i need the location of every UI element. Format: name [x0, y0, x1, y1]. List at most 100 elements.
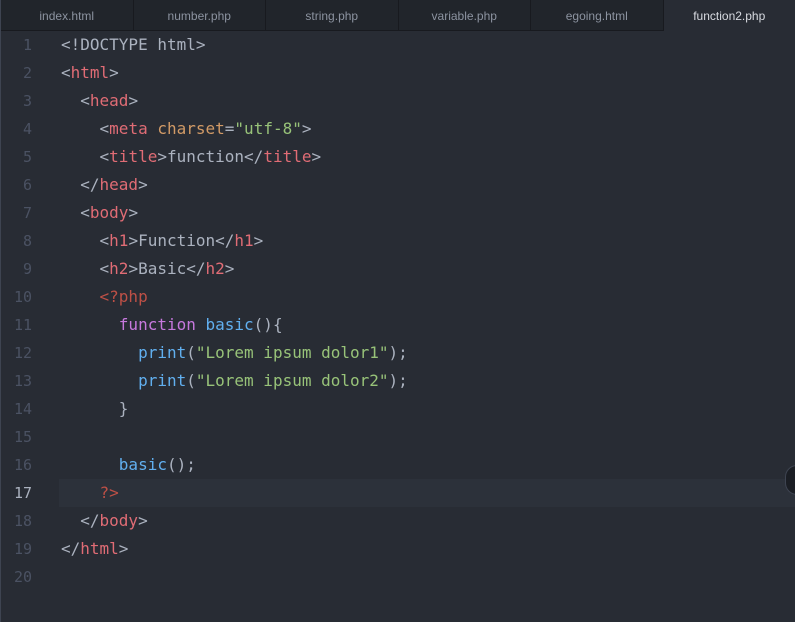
- code-line[interactable]: 20: [1, 563, 795, 591]
- code-token: >: [118, 539, 129, 558]
- code-token: <: [61, 203, 90, 222]
- code-token: function: [118, 315, 196, 334]
- code-token: =: [224, 119, 235, 138]
- code-token: <: [61, 231, 110, 250]
- code-token: ();: [166, 455, 196, 474]
- editor-text-area[interactable]: 1 <!DOCTYPE html> 2 <html> 3 <head> 4 <meta c…: [1, 31, 795, 622]
- code-token: </: [61, 539, 81, 558]
- tab-index-html[interactable]: index.html: [1, 0, 134, 31]
- code-text: print("Lorem ipsum dolor2");: [61, 367, 408, 395]
- line-number: 11: [13, 316, 32, 334]
- code-text: <html>: [61, 59, 119, 87]
- code-line[interactable]: 9 <h2>Basic</h2>: [1, 255, 795, 283]
- code-text: <body>: [61, 199, 138, 227]
- line-number: 18: [13, 512, 32, 530]
- code-token: >: [301, 119, 312, 138]
- code-line[interactable]: 10 <?php: [1, 283, 795, 311]
- code-editor-window: index.html number.php string.php variabl…: [0, 0, 795, 622]
- code-line[interactable]: 18 </body>: [1, 507, 795, 535]
- code-text: <meta charset="utf-8">: [61, 115, 312, 143]
- line-number: 7: [22, 204, 32, 222]
- code-line[interactable]: 12 print("Lorem ipsum dolor1");: [1, 339, 795, 367]
- line-number: 9: [22, 260, 32, 278]
- code-token: "utf-8": [234, 119, 302, 138]
- code-line[interactable]: 17 ?>: [1, 479, 795, 507]
- code-text: }: [61, 395, 129, 423]
- line-number: 4: [22, 120, 32, 138]
- tab-function2-php[interactable]: function2.php: [663, 0, 795, 32]
- code-token: >: [138, 511, 148, 530]
- line-number: 8: [22, 232, 32, 250]
- code-token: );: [388, 343, 408, 362]
- code-text: </html>: [61, 535, 128, 563]
- code-line[interactable]: 19 </html>: [1, 535, 795, 563]
- code-line[interactable]: 14 }: [1, 395, 795, 423]
- line-number: 5: [22, 148, 32, 166]
- code-text: <!DOCTYPE html>: [61, 31, 206, 59]
- code-text: <?php: [61, 283, 148, 311]
- code-text: function basic(){: [61, 311, 283, 339]
- code-token: <: [61, 63, 71, 82]
- line-number: 16: [13, 456, 32, 474]
- code-token: <: [61, 91, 90, 110]
- code-token: head: [99, 175, 139, 194]
- code-token: print: [138, 371, 187, 390]
- code-line[interactable]: 8 <h1>Function</h1>: [1, 227, 795, 255]
- line-number: 17: [13, 484, 32, 502]
- code-token: charset: [157, 119, 225, 138]
- code-token: >Function</: [128, 231, 235, 250]
- code-text: <h2>Basic</h2>: [61, 255, 235, 283]
- code-line[interactable]: 5 <title>function</title>: [1, 143, 795, 171]
- code-token: }: [61, 399, 129, 418]
- line-number: 10: [13, 288, 32, 306]
- code-text: ?>: [61, 479, 119, 507]
- code-token: ?>: [61, 483, 119, 502]
- line-number: 19: [13, 540, 32, 558]
- code-token: </: [61, 175, 100, 194]
- code-token: html: [70, 63, 110, 82]
- code-token: h1: [109, 231, 129, 250]
- code-token: </: [61, 511, 100, 530]
- line-number: 2: [22, 64, 32, 82]
- code-token: head: [89, 91, 129, 110]
- tab-bar: index.html number.php string.php variabl…: [1, 0, 795, 32]
- code-text: <h1>Function</h1>: [61, 227, 264, 255]
- code-line[interactable]: 2 <html>: [1, 59, 795, 87]
- code-line[interactable]: 1 <!DOCTYPE html>: [1, 31, 795, 59]
- code-token: >: [224, 259, 235, 278]
- code-token: (: [186, 371, 196, 390]
- code-token: basic: [118, 455, 167, 474]
- code-token: <!DOCTYPE html>: [61, 35, 206, 54]
- code-line[interactable]: 15: [1, 423, 795, 451]
- code-line[interactable]: 6 </head>: [1, 171, 795, 199]
- code-text: <title>function</title>: [61, 143, 322, 171]
- tab-egoing-html[interactable]: egoing.html: [531, 0, 664, 31]
- code-token: h2: [109, 259, 129, 278]
- code-token: body: [89, 203, 129, 222]
- tab-number-php[interactable]: number.php: [134, 0, 266, 31]
- code-line[interactable]: 4 <meta charset="utf-8">: [1, 115, 795, 143]
- code-line[interactable]: 3 <head>: [1, 87, 795, 115]
- code-text: <head>: [61, 87, 138, 115]
- code-token: "Lorem ipsum dolor2": [195, 371, 389, 390]
- code-line[interactable]: 16 basic();: [1, 451, 795, 479]
- code-line[interactable]: 7 <body>: [1, 199, 795, 227]
- code-token: h1: [234, 231, 254, 250]
- code-line[interactable]: 11 function basic(){: [1, 311, 795, 339]
- code-line[interactable]: 13 print("Lorem ipsum dolor2");: [1, 367, 795, 395]
- tab-variable-php[interactable]: variable.php: [399, 0, 531, 31]
- tab-string-php[interactable]: string.php: [266, 0, 399, 31]
- code-token: (: [186, 343, 196, 362]
- code-token: print: [138, 343, 187, 362]
- line-number: 3: [22, 92, 32, 110]
- code-token: >: [311, 147, 322, 166]
- code-token: <?php: [61, 287, 148, 306]
- line-number: 1: [22, 36, 32, 54]
- code-token: "Lorem ipsum dolor1": [195, 343, 389, 362]
- line-number: 14: [13, 400, 32, 418]
- current-line-highlight: [59, 479, 795, 507]
